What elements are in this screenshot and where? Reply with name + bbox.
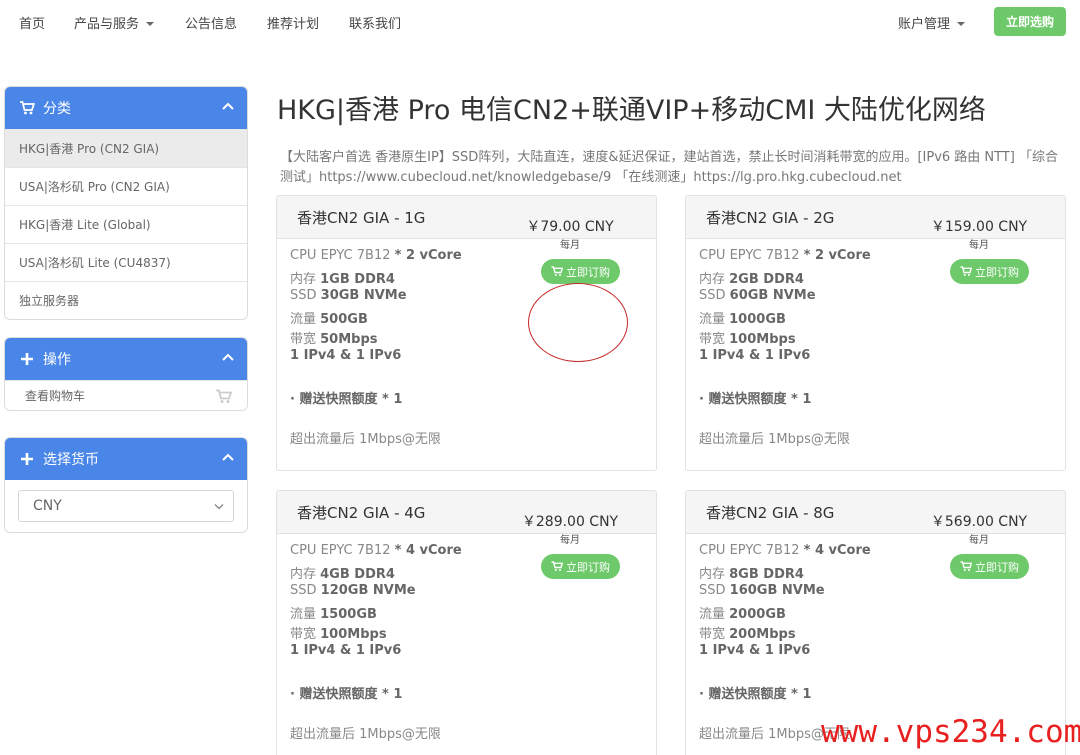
watermark-text: www.vps234.com xyxy=(821,714,1080,750)
spec-traffic: 流量 1000GB xyxy=(699,312,786,327)
currency-select[interactable]: CNY xyxy=(18,490,234,522)
spec-ram: 内存 8GB DDR4 xyxy=(699,567,804,582)
currency-panel-header[interactable]: 选择货币 xyxy=(5,438,247,480)
spec-ip: 1 IPv4 & 1 IPv6 xyxy=(699,643,811,658)
actions-panel-header[interactable]: 操作 xyxy=(5,338,247,380)
product-price: ￥569.00 CNY xyxy=(930,514,1028,530)
currency-select-wrap: CNY xyxy=(5,480,247,532)
currency-selected-value: CNY xyxy=(33,498,62,514)
shopping-cart-icon xyxy=(20,101,35,115)
nav-account-dropdown[interactable]: 账户管理 xyxy=(898,13,966,32)
plus-icon xyxy=(21,353,33,365)
plus-icon xyxy=(21,453,33,465)
nav-account-label: 账户管理 xyxy=(898,17,951,32)
spec-overage: 超出流量后 1Mbps@无限 xyxy=(290,727,441,742)
spec-bandwidth: 带宽 100Mbps xyxy=(290,627,387,642)
product-price: ￥79.00 CNY xyxy=(526,219,614,235)
chevron-up-icon[interactable] xyxy=(221,101,235,111)
product-card: 香港CN2 GIA - 1G CPU EPYC 7B12 * 2 vCore 内… xyxy=(276,195,657,471)
order-button[interactable]: 立即订购 xyxy=(541,259,620,284)
view-cart-label: 查看购物车 xyxy=(25,389,86,403)
spec-ssd: SSD 160GB NVMe xyxy=(699,583,825,598)
caret-down-icon xyxy=(957,22,966,26)
product-period: 每月 xyxy=(969,240,989,251)
shopping-cart-icon xyxy=(960,266,972,276)
spec-ssd: SSD 120GB NVMe xyxy=(290,583,416,598)
spec-traffic: 流量 1500GB xyxy=(290,607,377,622)
spec-bandwidth: 带宽 100Mbps xyxy=(699,332,796,347)
nav-products-dropdown[interactable]: 产品与服务 xyxy=(74,13,155,32)
spec-cpu: CPU EPYC 7B12 * 4 vCore xyxy=(699,543,871,558)
product-card: 香港CN2 GIA - 4G CPU EPYC 7B12 * 4 vCore 内… xyxy=(276,490,657,755)
product-period: 每月 xyxy=(560,535,580,546)
product-price: ￥159.00 CNY xyxy=(930,219,1028,235)
product-card: 香港CN2 GIA - 2G CPU EPYC 7B12 * 2 vCore 内… xyxy=(685,195,1066,471)
spec-ssd: SSD 30GB NVMe xyxy=(290,288,407,303)
chevron-up-icon[interactable] xyxy=(221,452,235,462)
actions-title: 操作 xyxy=(43,352,71,368)
spec-bandwidth: 带宽 200Mbps xyxy=(699,627,796,642)
top-navbar: 首页 产品与服务 公告信息 推荐计划 联系我们 账户管理 立即选购 xyxy=(0,0,1080,44)
caret-down-icon xyxy=(146,22,155,26)
sidebar-item-dedicated[interactable]: 独立服务器 xyxy=(5,281,247,319)
nav-products-label: 产品与服务 xyxy=(74,17,140,32)
nav-home[interactable]: 首页 xyxy=(19,13,45,32)
categories-panel: 分类 HKG|香港 Pro (CN2 GIA) USA|洛杉矶 Pro (CN2… xyxy=(4,86,248,320)
actions-panel: 操作 查看购物车 xyxy=(4,337,248,411)
spec-ram: 内存 1GB DDR4 xyxy=(290,272,395,287)
chevron-up-icon[interactable] xyxy=(221,352,235,362)
order-now-button[interactable]: 立即选购 xyxy=(994,7,1066,36)
nav-contact[interactable]: 联系我们 xyxy=(349,13,401,32)
spec-bonus: · 赠送快照额度 * 1 xyxy=(290,392,403,407)
product-price: ￥289.00 CNY xyxy=(521,514,619,530)
spec-cpu: CPU EPYC 7B12 * 2 vCore xyxy=(290,248,462,263)
spec-overage: 超出流量后 1Mbps@无限 xyxy=(290,432,441,447)
shopping-cart-icon xyxy=(551,561,563,571)
spec-ip: 1 IPv4 & 1 IPv6 xyxy=(699,348,811,363)
spec-bandwidth: 带宽 50Mbps xyxy=(290,332,378,347)
nav-announcements[interactable]: 公告信息 xyxy=(185,13,237,32)
order-button[interactable]: 立即订购 xyxy=(541,554,620,579)
chevron-down-icon xyxy=(214,504,224,510)
categories-panel-header[interactable]: 分类 xyxy=(5,87,247,129)
shopping-cart-icon xyxy=(551,266,563,276)
shopping-cart-icon xyxy=(216,389,233,403)
page-title: HKG|香港 Pro 电信CN2+联通VIP+移动CMI 大陆优化网络 xyxy=(277,95,986,126)
spec-ip: 1 IPv4 & 1 IPv6 xyxy=(290,643,402,658)
spec-ram: 内存 2GB DDR4 xyxy=(699,272,804,287)
sidebar-item-usa-pro[interactable]: USA|洛杉矶 Pro (CN2 GIA) xyxy=(5,167,247,205)
sidebar-item-usa-lite[interactable]: USA|洛杉矶 Lite (CU4837) xyxy=(5,243,247,281)
spec-bonus: · 赠送快照额度 * 1 xyxy=(699,392,812,407)
categories-title: 分类 xyxy=(43,101,71,117)
currency-panel: 选择货币 CNY xyxy=(4,437,248,533)
spec-cpu: CPU EPYC 7B12 * 2 vCore xyxy=(699,248,871,263)
spec-cpu: CPU EPYC 7B12 * 4 vCore xyxy=(290,543,462,558)
page-description: 【大陆客户首选 香港原生IP】SSD阵列，大陆直连，速度&延迟保证，建站首选，禁… xyxy=(280,150,1059,185)
spec-bonus: · 赠送快照额度 * 1 xyxy=(699,687,812,702)
product-period: 每月 xyxy=(560,240,580,251)
spec-bonus: · 赠送快照额度 * 1 xyxy=(290,687,403,702)
order-button[interactable]: 立即订购 xyxy=(950,554,1029,579)
spec-traffic: 流量 2000GB xyxy=(699,607,786,622)
spec-ram: 内存 4GB DDR4 xyxy=(290,567,395,582)
sidebar-item-hkg-lite[interactable]: HKG|香港 Lite (Global) xyxy=(5,205,247,243)
spec-overage: 超出流量后 1Mbps@无限 xyxy=(699,432,850,447)
order-button[interactable]: 立即订购 xyxy=(950,259,1029,284)
product-period: 每月 xyxy=(969,535,989,546)
spec-traffic: 流量 500GB xyxy=(290,312,368,327)
spec-ip: 1 IPv4 & 1 IPv6 xyxy=(290,348,402,363)
spec-ssd: SSD 60GB NVMe xyxy=(699,288,816,303)
sidebar-item-hkg-pro[interactable]: HKG|香港 Pro (CN2 GIA) xyxy=(5,129,247,167)
nav-affiliate[interactable]: 推荐计划 xyxy=(267,13,319,32)
currency-title: 选择货币 xyxy=(43,452,99,468)
shopping-cart-icon xyxy=(960,561,972,571)
view-cart-link[interactable]: 查看购物车 xyxy=(5,380,247,410)
